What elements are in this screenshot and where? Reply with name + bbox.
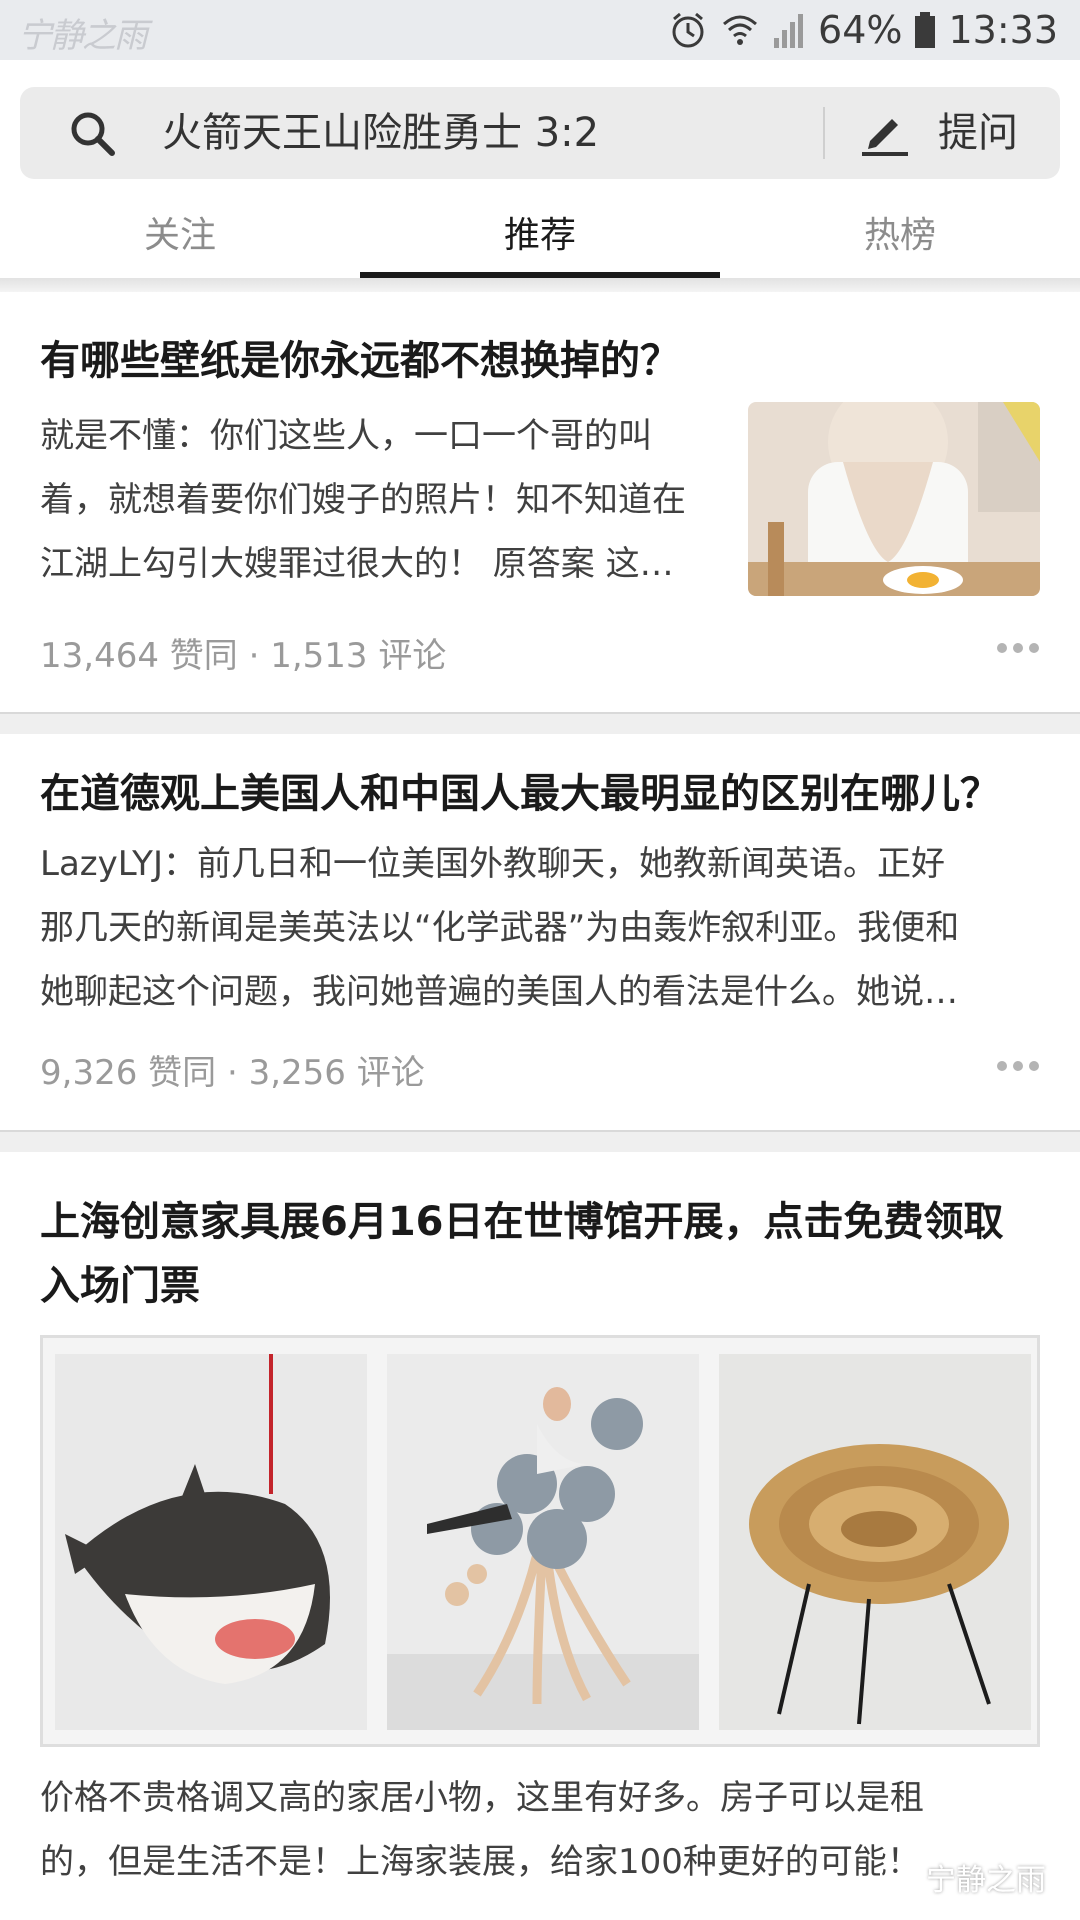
promo-image-rattan-chair: [719, 1354, 1031, 1730]
promo-image-ball-chair: [387, 1354, 699, 1730]
status-icons: 64% 13:33: [668, 0, 1058, 60]
battery-percent: 64%: [818, 8, 903, 52]
tab-hot-list[interactable]: 热榜: [720, 200, 1080, 278]
wechat-icon: [880, 1861, 918, 1891]
status-bar: 宁静之雨 64% 13:33: [0, 0, 1080, 60]
promo-image-whale-chair: [55, 1354, 367, 1730]
card-title[interactable]: 在道德观上美国人和中国人最大最明显的区别在哪儿？: [40, 762, 1000, 826]
excerpt-line: 的，但是生活不是！上海家装展，给家100种更好的可能！: [40, 1842, 921, 1882]
excerpt-line: 着，就想着要你们嫂子的照片！知不知道在: [40, 480, 686, 520]
pencil-icon[interactable]: [860, 109, 910, 157]
clock-time: 13:33: [948, 8, 1058, 52]
excerpt-line: 她聊起这个问题，我问她普遍的美国人的看法是什么。她说…: [40, 972, 958, 1012]
search-divider: [823, 107, 825, 159]
app-header: 火箭天王山险胜勇士 3:2 提问 关注 推荐 热榜: [0, 60, 1080, 278]
wifi-icon: [723, 15, 758, 45]
card-thumbnail[interactable]: [748, 402, 1040, 596]
excerpt-line: 就是不懂：你们这些人，一口一个哥的叫: [40, 416, 652, 456]
battery-icon: [915, 12, 936, 48]
card-excerpt[interactable]: LazyLYJ：前几日和一位美国外教聊天，她教新闻英语。正好 那几天的新闻是美英…: [40, 832, 959, 1024]
card-separator: [0, 1130, 1080, 1152]
excerpt-line: 价格不贵格调又高的家居小物，这里有好多。房子可以是租: [40, 1778, 924, 1818]
card-excerpt[interactable]: 就是不懂：你们这些人，一口一个哥的叫 着，就想着要你们嫂子的照片！知不知道在 江…: [40, 404, 686, 596]
more-options-icon[interactable]: [996, 1058, 1040, 1074]
status-watermark: 宁静之雨: [18, 16, 148, 56]
alarm-icon: [672, 12, 704, 48]
card-separator: [0, 712, 1080, 734]
card-meta: 9,326 赞同 · 3,256 评论: [40, 1053, 425, 1093]
card-title[interactable]: 上海创意家具展6月16日在世博馆开展，点击免费领取 入场门票: [40, 1190, 1004, 1318]
thumbnail-image: [748, 402, 1040, 596]
card-title[interactable]: 有哪些壁纸是你永远都不想换掉的？: [40, 329, 680, 393]
search-input[interactable]: 火箭天王山险胜勇士 3:2: [162, 87, 599, 179]
search-icon: [71, 112, 115, 156]
promo-image-strip[interactable]: [40, 1335, 1040, 1747]
excerpt-line: 江湖上勾引大嫂罪过很大的！ 原答案 这…: [40, 544, 674, 584]
ask-button[interactable]: 提问: [938, 87, 1018, 179]
excerpt-line: LazyLYJ：前几日和一位美国外教聊天，她教新闻英语。正好: [40, 844, 945, 884]
card-meta: 13,464 赞同 · 1,513 评论: [40, 636, 447, 676]
title-line: 上海创意家具展6月16日在世博馆开展，点击免费领取: [40, 1199, 1004, 1245]
signal-icon: [774, 14, 804, 48]
excerpt-line: 那几天的新闻是美英法以“化学武器”为由轰炸叙利亚。我便和: [40, 908, 960, 948]
tab-following[interactable]: 关注: [0, 200, 360, 278]
search-bar[interactable]: 火箭天王山险胜勇士 3:2 提问: [20, 87, 1060, 179]
wechat-watermark: 宁静之雨: [880, 1855, 1046, 1899]
watermark-text: 宁静之雨: [926, 1863, 1046, 1898]
tab-recommended[interactable]: 推荐: [360, 200, 720, 278]
tab-bar: 关注 推荐 热榜: [0, 200, 1080, 278]
header-shadow: [0, 278, 1080, 292]
card-excerpt[interactable]: 价格不贵格调又高的家居小物，这里有好多。房子可以是租 的，但是生活不是！上海家装…: [40, 1766, 924, 1894]
title-line: 入场门票: [40, 1263, 200, 1309]
more-options-icon[interactable]: [996, 640, 1040, 656]
